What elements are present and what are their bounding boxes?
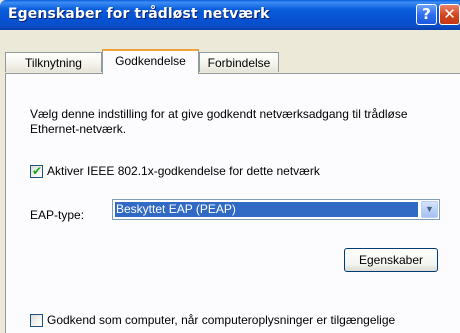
description-text: Vælg denne indstilling for at give godke… xyxy=(30,107,408,136)
tab-tilknytning[interactable]: Tilknytning xyxy=(5,52,102,72)
title-bar[interactable]: Egenskaber for trådløst netværk ? ✕ xyxy=(0,0,460,30)
dialog-window: Egenskaber for trådløst netværk ? ✕ Tilk… xyxy=(0,0,460,333)
eap-type-select[interactable]: Beskyttet EAP (PEAP) ▼ xyxy=(112,199,440,220)
tab-godkendelse[interactable]: Godkendelse xyxy=(102,49,199,74)
eap-type-value: Beskyttet EAP (PEAP) xyxy=(115,202,418,217)
tab-forbindelse[interactable]: Forbindelse xyxy=(199,52,279,72)
help-button[interactable]: ? xyxy=(416,4,437,25)
close-icon: ✕ xyxy=(443,5,456,23)
close-button[interactable]: ✕ xyxy=(439,4,460,25)
computer-auth-label[interactable]: Godkend som computer, når computeroplysn… xyxy=(47,313,395,327)
chevron-down-icon[interactable]: ▼ xyxy=(421,201,438,218)
help-icon: ? xyxy=(422,5,431,23)
ieee8021x-checkbox[interactable]: ✔ xyxy=(30,164,43,178)
tab-strip: Tilknytning Godkendelse Forbindelse xyxy=(0,30,460,78)
window-title: Egenskaber for trådløst netværk xyxy=(8,6,270,22)
computer-auth-checkbox[interactable] xyxy=(30,314,43,327)
ieee8021x-label[interactable]: Aktiver IEEE 802.1x-godkendelse for dett… xyxy=(47,164,320,178)
properties-button[interactable]: Egenskaber xyxy=(344,248,438,272)
checkmark-icon: ✔ xyxy=(32,164,43,178)
eap-type-label: EAP-type: xyxy=(30,208,85,222)
